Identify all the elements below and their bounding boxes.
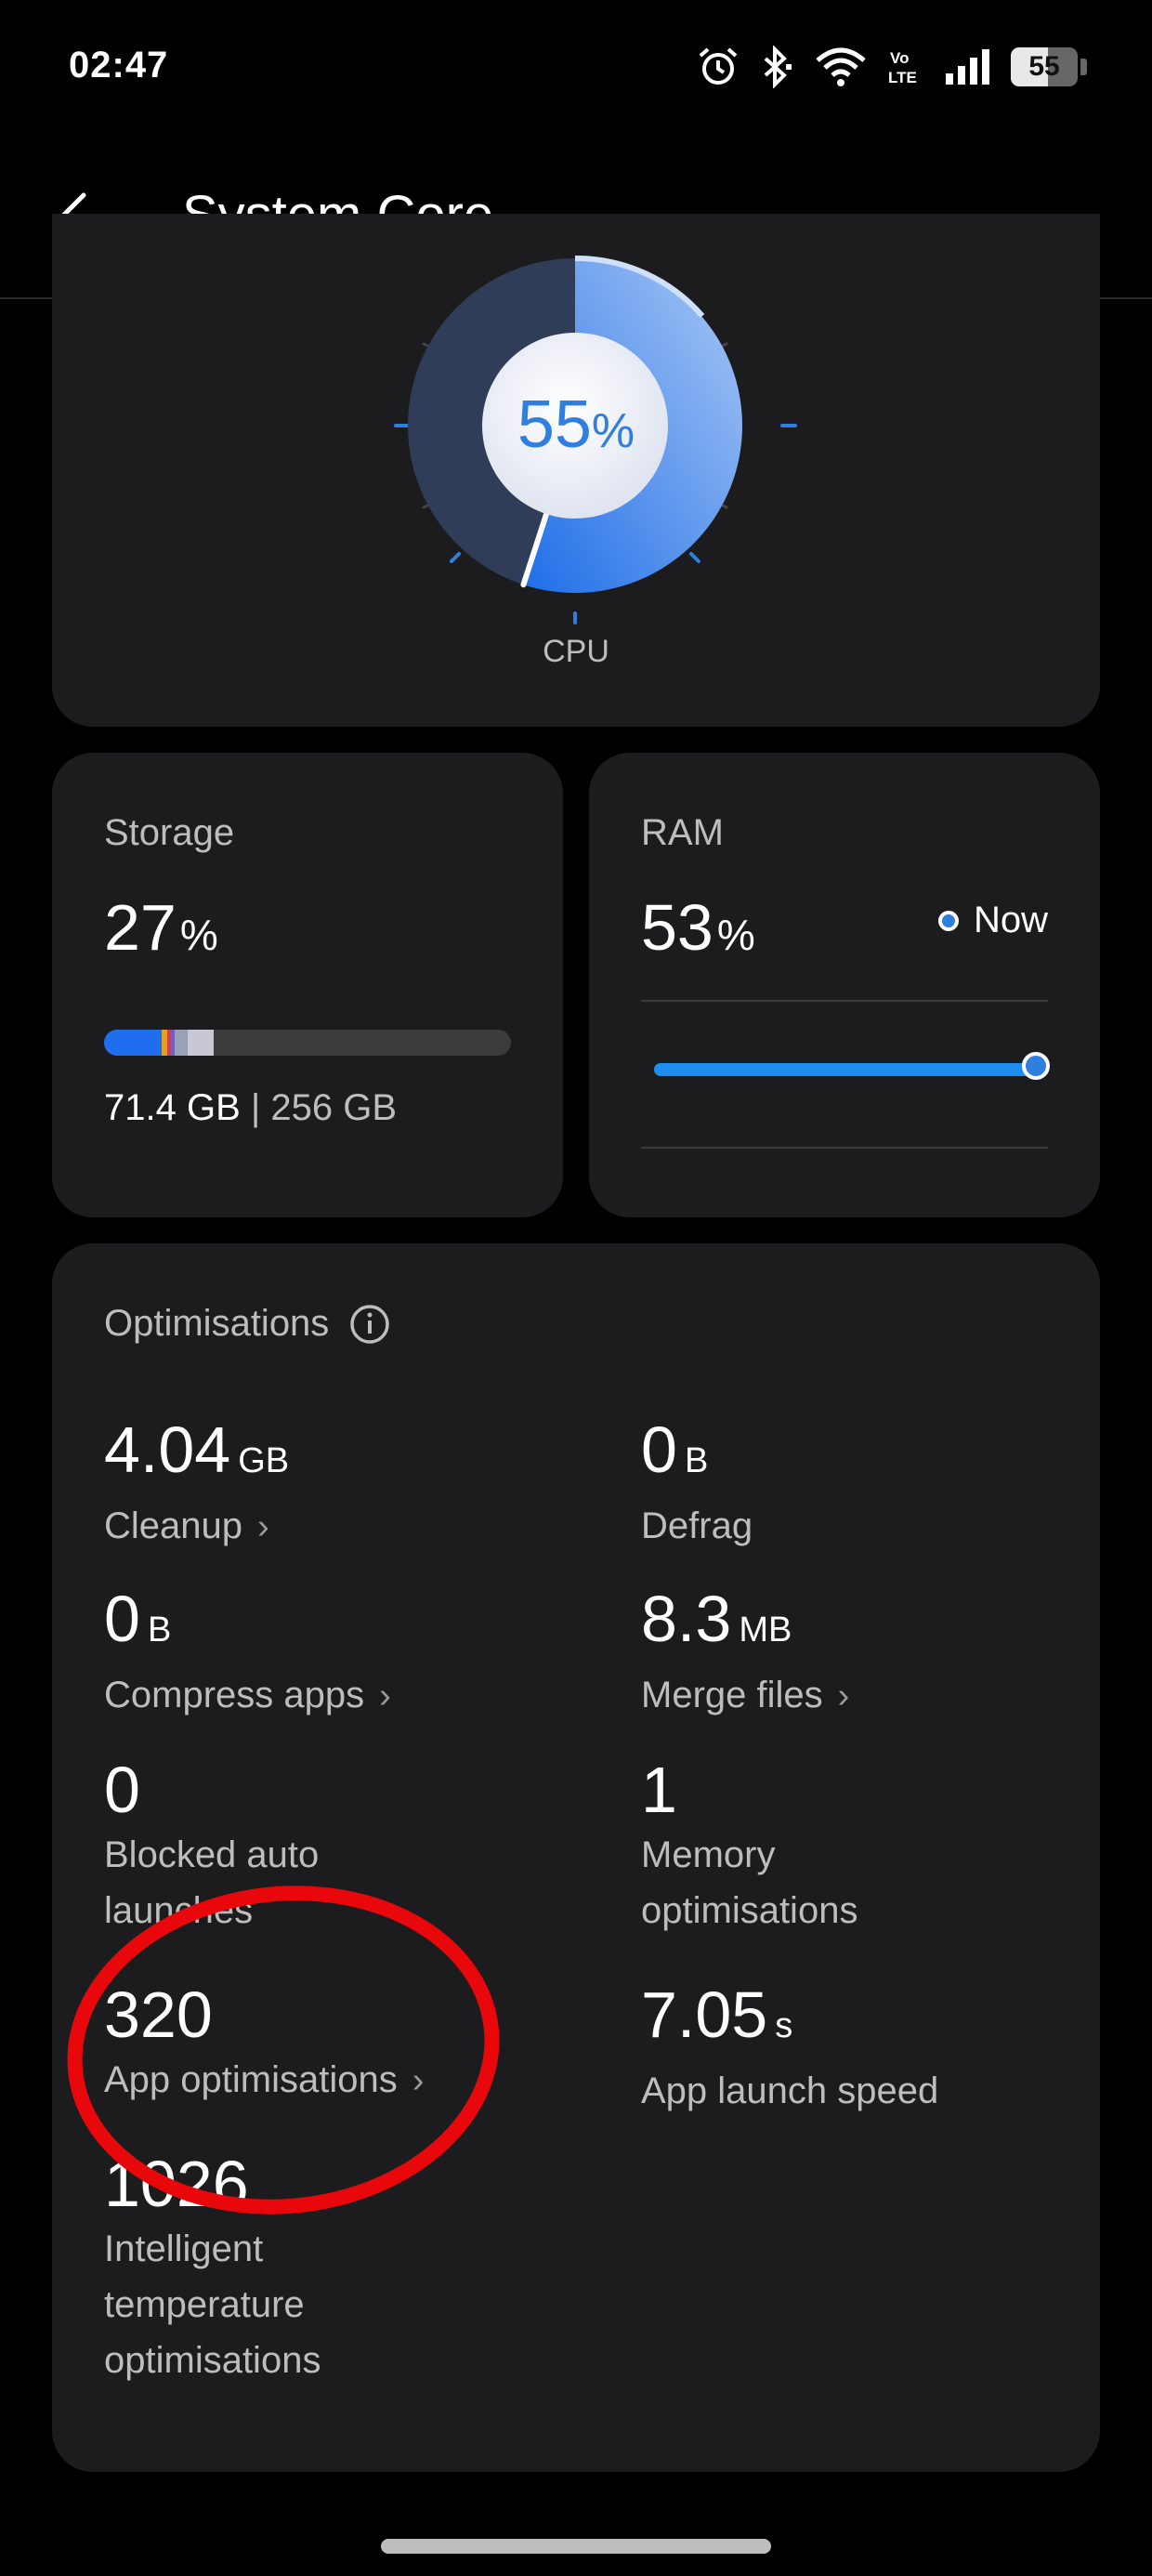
status-bar: 02:47 Vo LTE 55	[0, 0, 1152, 139]
blocked-label-line1: Blocked auto	[104, 1834, 320, 1875]
temp-label-line2: temperature	[104, 2284, 305, 2325]
battery-percent: 55	[1028, 51, 1060, 82]
launch-speed-label: App launch speed	[641, 2070, 939, 2111]
optimisations-header: Optimisations	[104, 1303, 390, 1345]
temp-label-line3: optimisations	[104, 2340, 321, 2381]
info-icon[interactable]	[349, 1304, 390, 1345]
optimisations-title: Optimisations	[104, 1303, 330, 1344]
stat-intelligent-temperature: 1026 Intelligent temperature optimisatio…	[104, 2147, 321, 2388]
compress-label: Compress apps	[104, 1675, 365, 1715]
ram-value: 53	[641, 891, 713, 964]
bluetooth-icon	[764, 46, 792, 88]
chevron-right-icon: ›	[257, 1507, 269, 1546]
cpu-label: CPU	[543, 634, 609, 669]
compress-value: 0	[104, 1583, 140, 1655]
app-opt-label: App optimisations	[104, 2059, 398, 2100]
ram-now-legend: Now	[937, 900, 1048, 941]
memory-label-line2: optimisations	[641, 1890, 858, 1931]
cpu-value: 55	[517, 388, 592, 462]
chevron-right-icon: ›	[379, 1676, 391, 1715]
cpu-percent: 55%	[52, 387, 1100, 463]
volte-icon: Vo LTE	[888, 49, 917, 86]
storage-value: 27	[104, 891, 177, 964]
cleanup-label: Cleanup	[104, 1505, 243, 1546]
cpu-card[interactable]: 55% CPU	[52, 214, 1100, 727]
home-indicator[interactable]	[381, 2539, 771, 2554]
storage-separator: |	[250, 1087, 261, 1128]
stat-memory-optimisations: 1 Memory optimisations	[641, 1753, 857, 1939]
compress-unit: B	[147, 1610, 172, 1649]
temp-label-line1: Intelligent	[104, 2228, 264, 2269]
storage-card[interactable]: Storage 27% 71.4 GB | 256 GB	[52, 753, 563, 1217]
stat-cleanup[interactable]: 4.04 GB Cleanup ›	[104, 1413, 289, 1555]
ram-card[interactable]: RAM 53% Now	[589, 753, 1100, 1217]
svg-text:LTE: LTE	[888, 69, 917, 86]
stat-compress-apps[interactable]: 0B Compress apps ›	[104, 1582, 391, 1724]
defrag-value: 0	[641, 1413, 677, 1486]
cleanup-value: 4.04	[104, 1413, 231, 1486]
temp-opt-value: 1026	[104, 2148, 249, 2220]
battery-icon: 55	[1011, 47, 1087, 86]
storage-label: Storage	[104, 812, 235, 853]
now-label: Now	[973, 900, 1048, 940]
ram-usage-point	[1022, 1052, 1050, 1080]
now-dot-icon	[937, 910, 959, 931]
alarm-icon	[699, 47, 738, 85]
storage-percent: 27%	[104, 890, 218, 965]
svg-text:Vo: Vo	[890, 49, 909, 67]
chevron-right-icon: ›	[837, 1676, 850, 1715]
cpu-unit: %	[591, 404, 635, 458]
defrag-unit: B	[684, 1441, 709, 1480]
stat-defrag: 0B Defrag	[641, 1413, 753, 1554]
merge-value: 8.3	[641, 1583, 732, 1655]
storage-unit: %	[179, 911, 218, 959]
stat-app-optimisations[interactable]: 320 App optimisations ›	[104, 1978, 424, 2109]
ram-percent: 53%	[641, 890, 755, 965]
blocked-value: 0	[104, 1754, 140, 1826]
storage-used: 71.4 GB	[104, 1087, 241, 1128]
launch-speed-unit: s	[775, 2006, 793, 2045]
defrag-label: Defrag	[641, 1505, 753, 1546]
status-icons: Vo LTE 55	[697, 41, 1087, 93]
app-opt-value: 320	[104, 1978, 213, 2051]
ram-label: RAM	[641, 812, 724, 853]
ram-usage-line	[654, 1063, 1039, 1076]
merge-label: Merge files	[641, 1675, 823, 1715]
memory-label-line1: Memory	[641, 1834, 776, 1875]
merge-unit: MB	[739, 1610, 792, 1649]
storage-usage: 71.4 GB | 256 GB	[104, 1087, 397, 1129]
blocked-label-line2: launches	[104, 1890, 254, 1931]
stat-merge-files[interactable]: 8.3 MB Merge files ›	[641, 1582, 849, 1724]
wifi-icon	[816, 47, 866, 86]
ram-gridline-top	[641, 1000, 1048, 1002]
signal-icon	[946, 49, 989, 85]
storage-progress-bar	[104, 1030, 511, 1056]
optimisations-card: Optimisations 4.04 GB Cleanup › 0B Defrag …	[52, 1243, 1100, 2472]
chevron-right-icon: ›	[412, 2061, 425, 2100]
launch-speed-value: 7.05	[641, 1978, 768, 2051]
ram-unit: %	[716, 911, 755, 959]
ram-gridline-bottom	[641, 1147, 1048, 1149]
cleanup-unit: GB	[238, 1441, 290, 1480]
stat-blocked-auto-launches: 0 Blocked auto launches	[104, 1753, 319, 1939]
memory-value: 1	[641, 1754, 677, 1826]
stat-app-launch-speed: 7.05 s App launch speed	[641, 1978, 938, 2119]
storage-total: 256 GB	[270, 1087, 398, 1128]
status-time: 02:47	[69, 45, 169, 85]
